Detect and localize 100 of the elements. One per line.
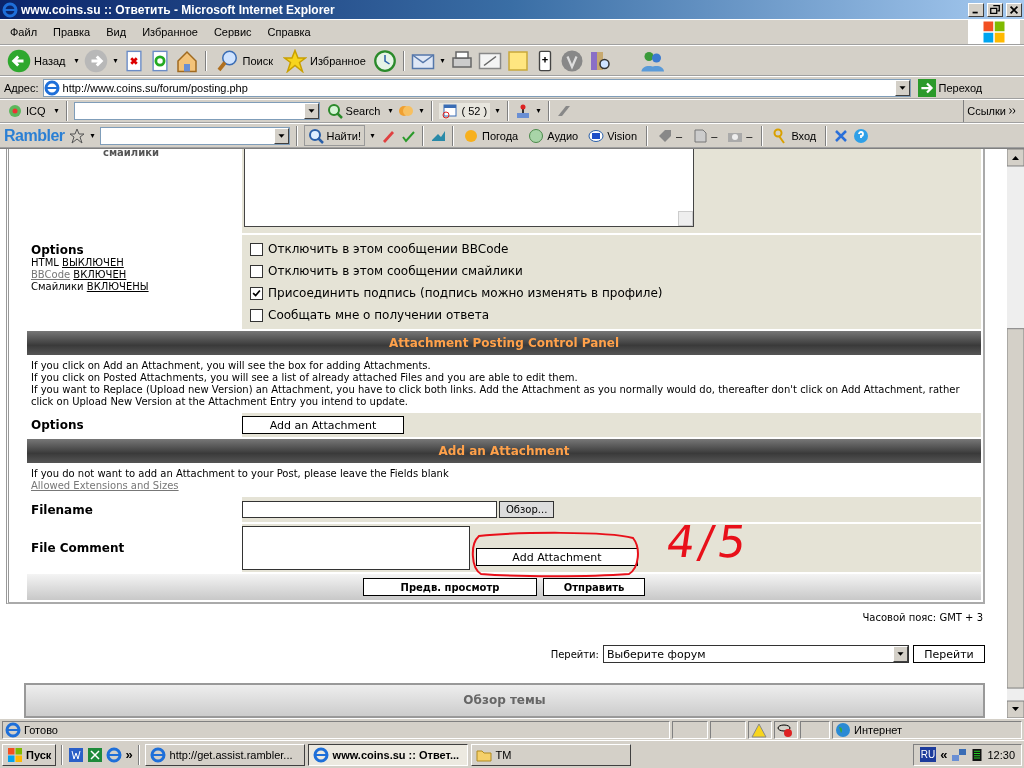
checkbox[interactable] xyxy=(250,242,263,256)
checkbox-label: Отключить в этом сообщении BBCode xyxy=(268,242,509,256)
find-button[interactable]: Найти! xyxy=(303,125,365,146)
links-button[interactable]: Ссылки xyxy=(963,100,1020,122)
more-button[interactable]: » xyxy=(125,747,133,762)
status-panel xyxy=(710,720,746,739)
dropdown-button[interactable] xyxy=(303,103,319,119)
menu-item[interactable]: Сервис xyxy=(207,26,258,38)
dropdown-button[interactable] xyxy=(893,646,908,662)
start-button[interactable]: Пуск xyxy=(2,743,57,766)
messages-button[interactable]: ( 52 ) xyxy=(439,103,491,119)
help-icon[interactable] xyxy=(853,127,870,144)
language-indicator[interactable]: RU xyxy=(919,747,937,762)
rambler-link[interactable]: Погода xyxy=(460,127,522,144)
options-title: Options xyxy=(31,243,85,257)
home-icon[interactable] xyxy=(174,48,199,73)
section-header: Attachment Posting Control Panel xyxy=(27,331,981,355)
status-panel xyxy=(672,720,708,739)
star-outline-icon[interactable] xyxy=(68,127,85,144)
menu-item[interactable]: Правка xyxy=(47,26,97,38)
search-icon xyxy=(215,48,240,73)
status-panel xyxy=(800,720,830,739)
collapse-button[interactable]: « xyxy=(940,747,948,762)
checkbox[interactable] xyxy=(250,286,263,300)
favorites-button[interactable]: Избранное xyxy=(280,48,369,73)
minimize-button[interactable] xyxy=(968,2,984,17)
windows-flag-icon xyxy=(982,20,1006,44)
word-icon[interactable] xyxy=(68,746,85,763)
icq-search-field[interactable] xyxy=(73,102,320,120)
menu-item[interactable]: Избранное xyxy=(136,26,204,38)
address-field[interactable]: http://www.coins.su/forum/posting.php xyxy=(42,78,911,97)
file-comment-field[interactable] xyxy=(242,526,470,570)
smilies-label: смайлики xyxy=(102,149,160,158)
resize-grip xyxy=(678,211,693,226)
option-status-link[interactable]: ВКЛЮЧЕНЫ xyxy=(86,281,149,292)
sun-icon xyxy=(463,127,479,144)
help-text: If you want to Replace (Upload new Version) an Attachment, you have to click both links. Add the Attachment as you normally would do, thereafter don't click on Add Attachment, rather click on Upload New Version at the Attachment Entry you intend to update. xyxy=(31,384,961,408)
tag-icon xyxy=(657,127,673,144)
scrollbar[interactable] xyxy=(1007,149,1024,718)
preview-button[interactable]: Предв. просмотр xyxy=(363,578,537,596)
login-button[interactable]: Вход xyxy=(769,127,820,144)
rambler-tool-button[interactable]: – xyxy=(654,127,686,144)
dropdown-button[interactable] xyxy=(894,79,910,96)
disc-icon xyxy=(528,127,545,144)
tools-icon[interactable] xyxy=(833,127,850,144)
forum-select[interactable]: Выберите форум xyxy=(603,645,909,663)
ie-icon[interactable] xyxy=(106,746,123,763)
excel-icon[interactable] xyxy=(87,746,104,763)
flower-icon xyxy=(7,103,23,119)
blocked-eye-icon xyxy=(777,721,793,738)
joystick-icon[interactable] xyxy=(515,103,532,119)
close-button[interactable] xyxy=(1006,2,1022,17)
star-icon xyxy=(283,48,307,73)
menu-item[interactable]: Справка xyxy=(261,26,317,38)
checkbox-label: Отключить в этом сообщении смайлики xyxy=(268,264,523,278)
timezone-text: Часовой пояс: GMT + 3 xyxy=(861,611,984,623)
option-status-link[interactable]: ВЫКЛЮЧЕН xyxy=(62,257,124,268)
allowed-extensions-link[interactable]: Allowed Extensions and Sizes xyxy=(31,480,179,492)
submit-button[interactable]: Отправить xyxy=(543,578,645,596)
restore-button[interactable] xyxy=(987,2,1003,17)
filename-label: Filename xyxy=(31,502,94,517)
option-name[interactable]: BBCode xyxy=(31,269,71,280)
checkbox[interactable] xyxy=(250,264,263,278)
help-text: If you click on Add an Attachment, you will see the box for adding Attachments. xyxy=(31,360,432,372)
search-icon xyxy=(307,127,324,144)
rambler-tool-button[interactable]: – xyxy=(689,127,721,144)
file-comment-label: File Comment xyxy=(31,541,126,555)
jump-label: Перейти: xyxy=(550,648,599,660)
taskbar-button[interactable]: http://get.assist.rambler... xyxy=(144,743,305,766)
option-status-link[interactable]: ВКЛЮЧЕН xyxy=(73,269,127,280)
menu-item[interactable]: Вид xyxy=(100,26,133,38)
go-button[interactable]: Переход xyxy=(914,78,986,97)
clock: 12:30 xyxy=(987,748,1015,761)
menu-item[interactable]: Файл xyxy=(4,26,44,38)
search-button[interactable]: Поиск xyxy=(212,48,276,73)
meter-icon[interactable] xyxy=(971,748,984,761)
rambler-tool-button[interactable]: – xyxy=(724,127,756,144)
jump-button[interactable]: Перейти xyxy=(913,645,985,663)
window-title: www.coins.su :: Ответить - Microsoft Internet Explorer xyxy=(21,2,336,17)
icq-button[interactable]: ICQ xyxy=(4,103,49,119)
annotation-text: 4/5 xyxy=(663,516,754,567)
option-name: Смайлики xyxy=(31,281,84,292)
rambler-search-field[interactable] xyxy=(99,126,290,145)
filename-field[interactable] xyxy=(242,501,497,518)
add-attachment-button[interactable]: Add Attachment xyxy=(476,548,638,566)
back-button[interactable]: Назад xyxy=(4,48,69,73)
history-icon[interactable] xyxy=(372,48,397,73)
add-an-attachment-button[interactable]: Add an Attachment xyxy=(242,416,404,434)
ie-icon xyxy=(149,746,166,763)
ie-icon xyxy=(312,746,329,763)
checkbox[interactable] xyxy=(250,308,263,322)
topic-review-title: Обзор темы xyxy=(463,693,546,709)
rambler-link[interactable]: Vision xyxy=(585,127,640,144)
browse-button[interactable]: Обзор... xyxy=(499,501,555,518)
help-text: If you do not want to add an Attachment to your Post, please leave the Fields blank xyxy=(31,468,450,480)
rambler-link[interactable]: Аудио xyxy=(525,127,582,144)
dropdown-button[interactable] xyxy=(273,127,289,144)
icq-search-button[interactable]: Search xyxy=(323,103,384,119)
taskbar-button[interactable]: TM xyxy=(470,743,631,766)
taskbar-button[interactable]: www.coins.su :: Ответ... xyxy=(307,743,468,766)
